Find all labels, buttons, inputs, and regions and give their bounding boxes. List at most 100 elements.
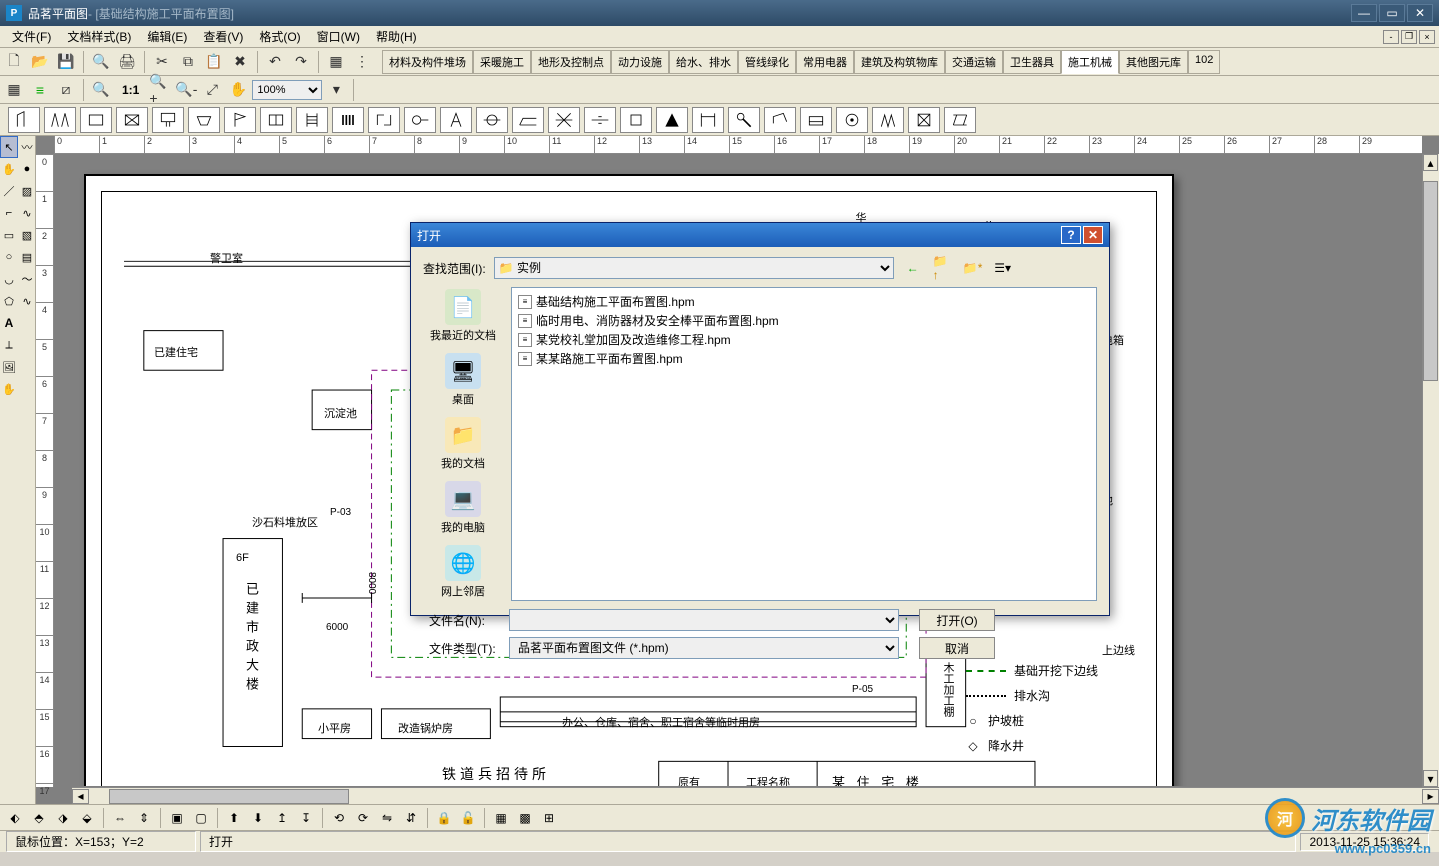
dialog-titlebar[interactable]: 打开 ? ✕ <box>411 223 1109 247</box>
lock-icon[interactable]: 🔒 <box>433 807 455 829</box>
region-zoom-button[interactable]: ⤢ <box>200 78 224 102</box>
align-top-icon[interactable]: ⬙ <box>76 807 98 829</box>
zigzag-tool[interactable]: ∿ <box>18 202 36 224</box>
symbol-gate-icon[interactable] <box>692 107 724 133</box>
symbol-misc1-icon[interactable] <box>872 107 904 133</box>
ungroup-icon[interactable]: ▢ <box>190 807 212 829</box>
menu-format[interactable]: 格式(O) <box>251 26 308 47</box>
zoom-11-button[interactable]: 1:1 <box>115 80 146 100</box>
close-button[interactable]: ✕ <box>1407 4 1433 22</box>
save-button[interactable]: 💾 <box>54 50 78 74</box>
cat-tab-11[interactable]: 其他图元库 <box>1119 50 1188 74</box>
dialog-help-button[interactable]: ? <box>1061 226 1081 244</box>
lookin-select[interactable]: 📁 实例 <box>494 257 894 279</box>
cat-tab-1[interactable]: 采暖施工 <box>473 50 531 74</box>
unlock-icon[interactable]: 🔓 <box>457 807 479 829</box>
circle-tool[interactable]: ○ <box>0 246 18 268</box>
properties-button[interactable]: ▦ <box>324 50 348 74</box>
polyline-tool[interactable]: ⌐ <box>0 202 18 224</box>
cancel-action-button[interactable]: 取消 <box>919 637 995 659</box>
flip-v-icon[interactable]: ⇵ <box>400 807 422 829</box>
flip-h-icon[interactable]: ⇋ <box>376 807 398 829</box>
hand-tool[interactable]: ✋ <box>0 158 18 180</box>
symbol-bars-icon[interactable] <box>332 107 364 133</box>
align-right-icon[interactable]: ⬗ <box>52 807 74 829</box>
menu-edit[interactable]: 编辑(E) <box>139 26 195 47</box>
symbol-flag-icon[interactable] <box>224 107 256 133</box>
mdi-restore[interactable]: ❐ <box>1401 30 1417 44</box>
text-tool[interactable]: A <box>0 312 18 334</box>
symbol-ladder-icon[interactable] <box>296 107 328 133</box>
symbol-winch-icon[interactable] <box>476 107 508 133</box>
distribute-h-icon[interactable]: ⇔ <box>109 807 131 829</box>
symbol-plate-icon[interactable] <box>584 107 616 133</box>
nav-back-icon[interactable]: ← <box>902 257 924 279</box>
zoom-in-button[interactable]: 🔍+ <box>148 78 172 102</box>
symbol-crane-icon[interactable] <box>8 107 40 133</box>
file-item-2[interactable]: ≡某党校礼堂加固及改造维修工程.hpm <box>516 330 1092 349</box>
symbol-bracket-icon[interactable] <box>368 107 400 133</box>
nav-views-icon[interactable]: ☰▾ <box>992 257 1014 279</box>
symbol-roller-icon[interactable] <box>800 107 832 133</box>
horizontal-scrollbar[interactable]: ◂ ▸ <box>72 787 1439 804</box>
file-item-3[interactable]: ≡某某路施工平面布置图.hpm <box>516 349 1092 368</box>
symbol-misc2-icon[interactable] <box>908 107 940 133</box>
menu-view[interactable]: 查看(V) <box>195 26 251 47</box>
vertical-scrollbar[interactable]: ▴ ▾ <box>1422 154 1439 787</box>
cat-tab-10[interactable]: 施工机械 <box>1061 50 1119 74</box>
open-action-button[interactable]: 打开(O) <box>919 609 995 631</box>
grid1-icon[interactable]: ▦ <box>490 807 512 829</box>
hatch1-tool[interactable]: ▨ <box>18 180 36 202</box>
dropdown-icon[interactable]: ▾ <box>324 78 348 102</box>
layers-button[interactable]: ▦ <box>2 78 26 102</box>
cat-tab-6[interactable]: 常用电器 <box>796 50 854 74</box>
dialog-close-button[interactable]: ✕ <box>1083 226 1103 244</box>
print-button[interactable]: 🖨 <box>115 50 139 74</box>
symbol-saw-icon[interactable] <box>512 107 544 133</box>
place-mydocs[interactable]: 📁我的文档 <box>427 415 499 473</box>
redo-button[interactable]: ↷ <box>289 50 313 74</box>
cat-tab-8[interactable]: 交通运输 <box>945 50 1003 74</box>
cat-tab-4[interactable]: 给水、排水 <box>669 50 738 74</box>
print-preview-button[interactable]: 🔍 <box>89 50 113 74</box>
cut-button[interactable]: ✂ <box>150 50 174 74</box>
mdi-minimize[interactable]: - <box>1383 30 1399 44</box>
paste-button[interactable]: 📋 <box>202 50 226 74</box>
cat-tab-3[interactable]: 动力设施 <box>611 50 669 74</box>
cat-tab-9[interactable]: 卫生器具 <box>1003 50 1061 74</box>
back-icon[interactable]: ⬇ <box>247 807 269 829</box>
symbol-excavator-icon[interactable] <box>764 107 796 133</box>
align-left-icon[interactable]: ⬖ <box>4 807 26 829</box>
maximize-button[interactable]: ▭ <box>1379 4 1405 22</box>
cat-tab-0[interactable]: 材料及构件堆场 <box>382 50 473 74</box>
curve-tool[interactable]: 〰 <box>18 136 36 158</box>
file-item-0[interactable]: ≡基础结构施工平面布置图.hpm <box>516 292 1092 311</box>
cat-tab-5[interactable]: 管线绿化 <box>738 50 796 74</box>
open-button[interactable]: 📂 <box>28 50 52 74</box>
menu-window[interactable]: 窗口(W) <box>309 26 368 47</box>
zoom-out-button[interactable]: 🔍- <box>174 78 198 102</box>
symbol-box-icon[interactable] <box>620 107 652 133</box>
symbol-hoist-icon[interactable] <box>152 107 184 133</box>
filetype-select[interactable]: 品茗平面布置图文件 (*.hpm) <box>509 637 899 659</box>
image-tool[interactable]: 🖼 <box>0 356 18 378</box>
hatch3-tool[interactable]: ▤ <box>18 246 36 268</box>
options-button[interactable]: ⋮ <box>350 50 374 74</box>
place-network[interactable]: 🌐网上邻居 <box>427 543 499 601</box>
symbol-derrick-icon[interactable] <box>440 107 472 133</box>
zoom-select[interactable]: 100% <box>252 80 322 100</box>
backward-icon[interactable]: ↧ <box>295 807 317 829</box>
zoom-button[interactable]: 🔍 <box>89 78 113 102</box>
symbol-welder-icon[interactable] <box>548 107 580 133</box>
rotate-right-icon[interactable]: ⟳ <box>352 807 374 829</box>
align-center-icon[interactable]: ⬘ <box>28 807 50 829</box>
cat-tab-2[interactable]: 地形及控制点 <box>531 50 611 74</box>
wave-tool[interactable]: 〜 <box>18 268 36 290</box>
place-mycomputer[interactable]: 💻我的电脑 <box>427 479 499 537</box>
symbol-misc3-icon[interactable] <box>944 107 976 133</box>
symbol-cross-icon[interactable] <box>116 107 148 133</box>
menu-docstyle[interactable]: 文档样式(B) <box>59 26 139 47</box>
menu-help[interactable]: 帮助(H) <box>368 26 425 47</box>
front-icon[interactable]: ⬆ <box>223 807 245 829</box>
forward-icon[interactable]: ↥ <box>271 807 293 829</box>
